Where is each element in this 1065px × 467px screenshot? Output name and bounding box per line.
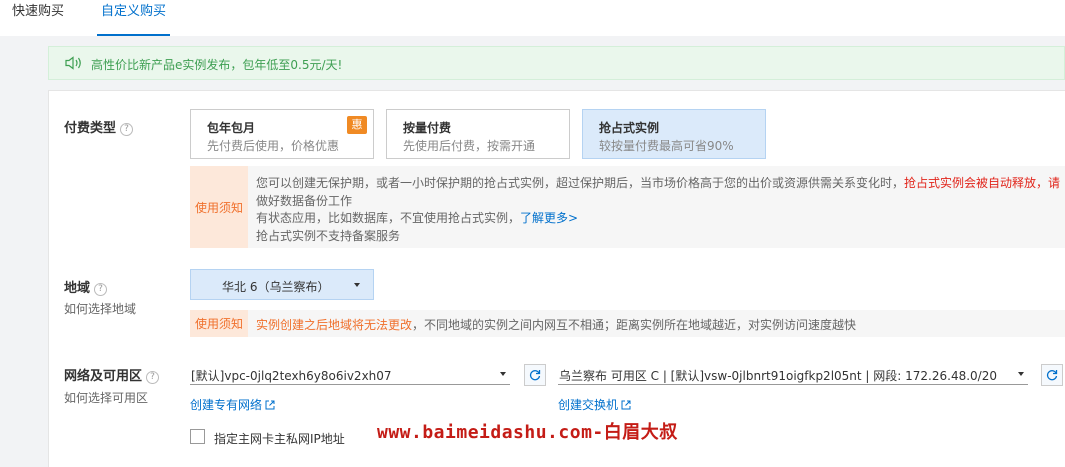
billing-option-subscription[interactable]: 包年包月 先付费后使用，价格优惠 惠 [190,109,374,159]
refresh-icon [1046,370,1058,381]
help-icon[interactable]: ? [146,371,160,384]
create-vpc-link[interactable]: 创建专有网络 [190,396,275,413]
billing-option-pay-as-you-go[interactable]: 按量付费 先使用后付费，按需开通 [386,109,570,159]
external-link-icon [265,400,275,410]
region-label: 地域? [64,277,108,296]
refresh-vpc-button[interactable] [524,364,546,386]
specify-private-ip-label: 指定主网卡主私网IP地址 [214,432,345,446]
tab-custom-buy[interactable]: 自定义购买 [96,0,171,36]
discount-badge: 惠 [347,116,367,134]
billing-option-spot-instance[interactable]: 抢占式实例 较按量付费最高可省90% [582,109,766,159]
refresh-vswitch-button[interactable] [1041,364,1063,386]
top-tabs: 快速购买 自定义购买 [0,0,1065,36]
specify-private-ip-checkbox[interactable] [190,429,205,444]
spot-usage-notice: 使用须知 您可以创建无保护期，或者一小时保护期的抢占式实例，超过保护期后，当市场… [190,166,1065,248]
learn-more-link[interactable]: 了解更多> [520,211,578,225]
external-link-icon [621,400,631,410]
speaker-icon [65,56,81,70]
chevron-down-icon [1018,372,1024,376]
region-help-link[interactable]: 如何选择地域 [64,300,136,317]
help-icon[interactable]: ? [94,283,108,296]
refresh-icon [529,370,541,381]
watermark: www.baimeidashu.com-白眉大叔 [377,422,678,443]
network-zone-label: 网络及可用区? [64,365,160,384]
chevron-down-icon [500,372,506,376]
help-icon[interactable]: ? [120,123,134,136]
billing-type-label: 付费类型? [64,117,134,136]
region-select[interactable]: 华北 6（乌兰察布） [190,269,374,300]
usage-notice-tag: 使用须知 [190,310,248,337]
region-usage-notice: 使用须知 实例创建之后地域将无法更改，不同地域的实例之间内网互不相通；距离实例所… [190,310,1065,337]
usage-notice-tag: 使用须知 [190,166,248,248]
promo-notice-text: 高性价比新产品e实例发布，包年低至0.5元/天! [91,58,343,72]
vswitch-select[interactable]: 乌兰察布 可用区 C | [默认]vsw-0jlbnrt91oigfkp2l05… [558,363,1028,385]
tab-quick-buy[interactable]: 快速购买 [12,0,64,36]
chevron-down-icon [354,283,360,287]
create-vswitch-link[interactable]: 创建交换机 [558,396,631,413]
promo-notice: 高性价比新产品e实例发布，包年低至0.5元/天! [48,46,1065,80]
zone-help-link[interactable]: 如何选择可用区 [64,389,148,406]
vpc-select[interactable]: [默认]vpc-0jlq2texh6y8o6iv2xh07 [190,363,510,385]
